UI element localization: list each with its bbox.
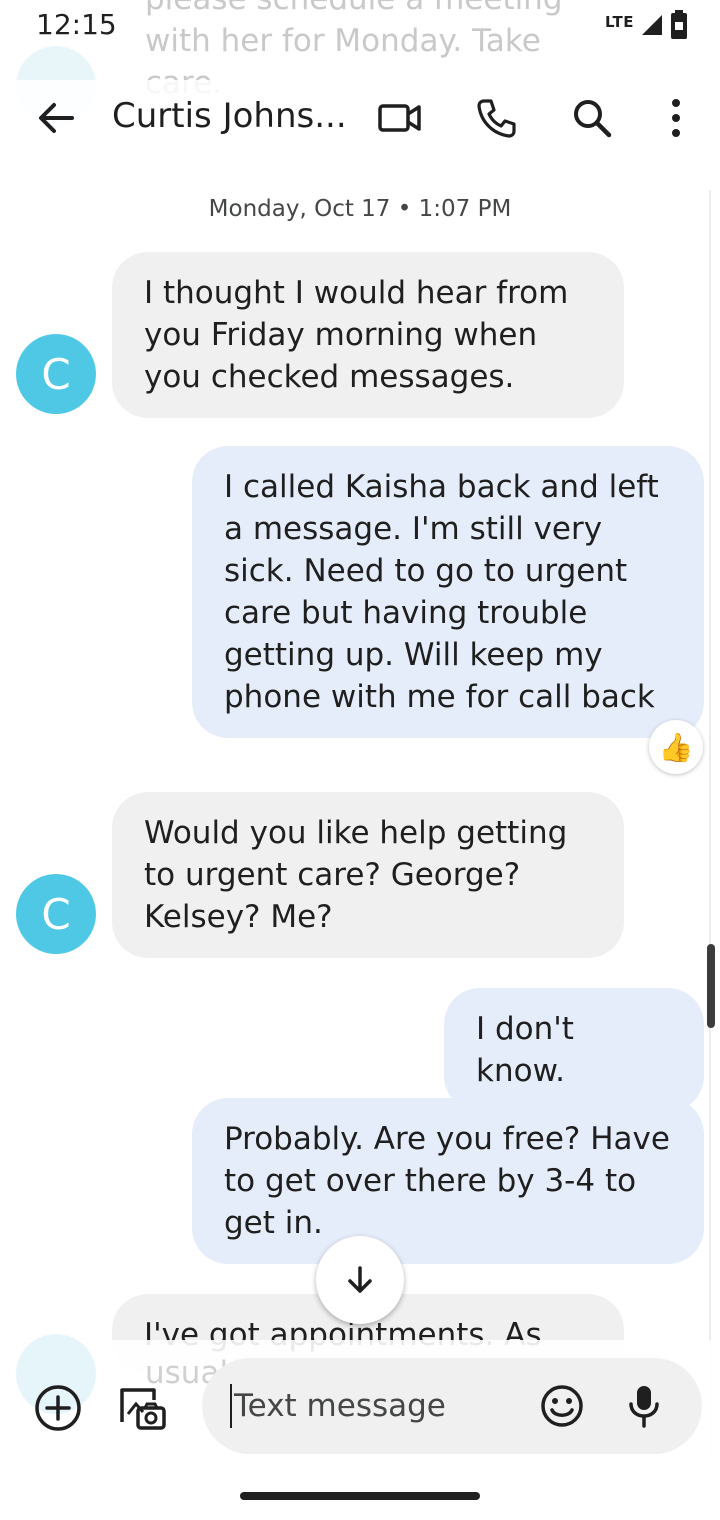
message-bubble-incoming[interactable]: Would you like help getting to urgent ca… — [112, 792, 624, 958]
more-vert-icon[interactable] — [652, 94, 700, 142]
back-arrow-icon[interactable] — [32, 94, 80, 142]
battery-icon — [670, 10, 688, 44]
gallery-camera-icon[interactable] — [114, 1380, 170, 1436]
status-indicators: LTE — [605, 10, 688, 44]
message-bubble-incoming[interactable]: I thought I would hear from you Friday m… — [112, 252, 624, 418]
thumbs-up-reaction-icon[interactable]: 👍 — [649, 720, 703, 774]
microphone-icon[interactable] — [616, 1378, 672, 1434]
status-time: 12:15 — [36, 8, 117, 41]
message-bubble-outgoing[interactable]: Probably. Are you free? Have to get over… — [192, 1098, 704, 1264]
phone-icon[interactable] — [472, 94, 520, 142]
gesture-nav-handle[interactable] — [240, 1492, 480, 1500]
date-divider: Monday, Oct 17 • 1:07 PM — [208, 196, 512, 222]
avatar[interactable]: C — [16, 334, 96, 414]
contact-name[interactable]: Curtis Johns... — [112, 96, 352, 136]
avatar[interactable]: C — [16, 874, 96, 954]
signal-icon — [640, 13, 664, 41]
search-icon[interactable] — [568, 94, 616, 142]
add-attachment-icon[interactable] — [30, 1380, 86, 1436]
network-type: LTE — [604, 13, 634, 31]
message-bubble-outgoing[interactable]: I don't know. — [444, 988, 704, 1112]
scroll-to-bottom-button[interactable] — [316, 1236, 404, 1324]
scrollbar-track — [709, 190, 711, 1460]
emoji-icon[interactable] — [534, 1378, 590, 1434]
scrollbar-thumb[interactable] — [707, 944, 715, 1028]
message-input-placeholder: Text message — [234, 1388, 446, 1424]
message-bubble-outgoing[interactable]: I called Kaisha back and left a message.… — [192, 446, 704, 738]
arrow-down-icon — [348, 1266, 372, 1293]
text-cursor — [230, 1384, 232, 1428]
video-call-icon[interactable] — [376, 94, 424, 142]
